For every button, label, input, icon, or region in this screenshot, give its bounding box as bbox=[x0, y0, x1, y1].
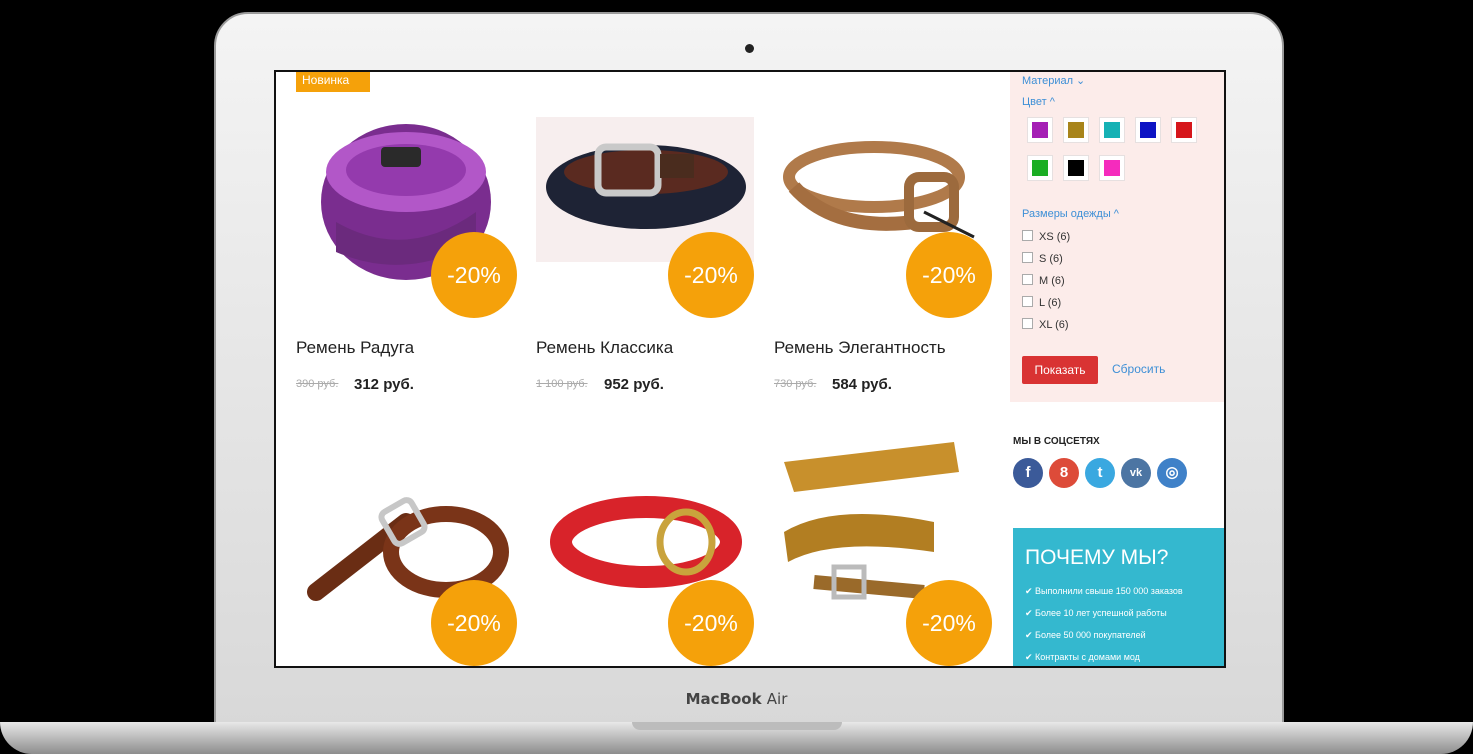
size-option[interactable]: XL (6) bbox=[1022, 318, 1069, 331]
new-price: 312 руб. bbox=[354, 376, 414, 393]
filter-panel: Материал ⌄ Цвет ^ Размеры одежды ^ XS (6… bbox=[1010, 72, 1224, 402]
swatch-fill bbox=[1176, 122, 1192, 138]
color-swatch[interactable] bbox=[1136, 118, 1160, 142]
new-price: 952 руб. bbox=[604, 376, 664, 393]
color-swatch[interactable] bbox=[1100, 156, 1124, 180]
why-us-item: ✔ Выполнили свыше 150 000 заказов bbox=[1025, 586, 1183, 596]
product-card[interactable]: -20% bbox=[536, 442, 761, 666]
vk-icon[interactable]: vk bbox=[1121, 458, 1151, 488]
color-swatch[interactable] bbox=[1028, 118, 1052, 142]
screen: Новинка -20% Ремень Радуга 390 руб. 312 … bbox=[274, 70, 1226, 668]
size-checkbox[interactable] bbox=[1022, 252, 1033, 263]
why-us-item: ✔ Более 10 лет успешной работы bbox=[1025, 608, 1167, 618]
swatch-fill bbox=[1068, 160, 1084, 176]
product-card[interactable]: -20% Ремень Классика 1 100 руб. 952 руб. bbox=[536, 92, 761, 393]
new-price: 584 руб. bbox=[832, 376, 892, 393]
size-option[interactable]: M (6) bbox=[1022, 274, 1065, 287]
old-price: 730 руб. bbox=[774, 378, 817, 390]
color-swatch[interactable] bbox=[1100, 118, 1124, 142]
old-price: 390 руб. bbox=[296, 378, 339, 390]
instagram-icon[interactable]: ◎ bbox=[1157, 458, 1187, 488]
discount-badge: -20% bbox=[431, 232, 517, 318]
discount-badge: -20% bbox=[906, 232, 992, 318]
size-option[interactable]: S (6) bbox=[1022, 252, 1063, 265]
product-name[interactable]: Ремень Элегантность bbox=[774, 338, 946, 358]
size-checkbox[interactable] bbox=[1022, 296, 1033, 307]
size-checkbox[interactable] bbox=[1022, 274, 1033, 285]
reset-link[interactable]: Сбросить bbox=[1112, 362, 1165, 376]
discount-badge: -20% bbox=[431, 580, 517, 666]
product-name[interactable]: Ремень Классика bbox=[536, 338, 673, 358]
filter-color[interactable]: Цвет ^ bbox=[1022, 96, 1055, 108]
swatch-fill bbox=[1104, 122, 1120, 138]
social-title: МЫ В СОЦСЕТЯХ bbox=[1013, 436, 1100, 447]
discount-badge: -20% bbox=[906, 580, 992, 666]
device-brand-label: MacBook Air bbox=[685, 690, 788, 708]
size-checkbox[interactable] bbox=[1022, 318, 1033, 329]
why-us-title: ПОЧЕМУ МЫ? bbox=[1025, 546, 1169, 569]
new-badge: Новинка bbox=[296, 72, 370, 92]
product-card[interactable]: -20% bbox=[774, 442, 999, 666]
discount-badge: -20% bbox=[668, 232, 754, 318]
filter-material[interactable]: Материал ⌄ bbox=[1022, 74, 1085, 87]
size-option[interactable]: L (6) bbox=[1022, 296, 1061, 309]
size-option[interactable]: XS (6) bbox=[1022, 230, 1070, 243]
product-name[interactable]: Ремень Радуга bbox=[296, 338, 414, 358]
discount-badge: -20% bbox=[668, 580, 754, 666]
size-checkbox[interactable] bbox=[1022, 230, 1033, 241]
old-price: 1 100 руб. bbox=[536, 378, 588, 390]
swatch-fill bbox=[1068, 122, 1084, 138]
product-card[interactable]: -20% Ремень Элегантность 730 руб. 584 ру… bbox=[774, 92, 999, 393]
show-button[interactable]: Показать bbox=[1022, 356, 1098, 384]
swatch-fill bbox=[1032, 160, 1048, 176]
why-us-item: ✔ Более 50 000 покупателей bbox=[1025, 630, 1146, 640]
color-swatch[interactable] bbox=[1172, 118, 1196, 142]
color-swatch[interactable] bbox=[1028, 156, 1052, 180]
facebook-icon[interactable]: f bbox=[1013, 458, 1043, 488]
google-plus-icon[interactable]: 8 bbox=[1049, 458, 1079, 488]
swatch-fill bbox=[1032, 122, 1048, 138]
why-us-panel: ПОЧЕМУ МЫ? ✔ Выполнили свыше 150 000 зак… bbox=[1013, 528, 1224, 666]
product-card[interactable]: -20% Ремень Радуга 390 руб. 312 руб. bbox=[296, 92, 521, 393]
product-card[interactable]: -20% bbox=[296, 442, 521, 666]
swatch-fill bbox=[1140, 122, 1156, 138]
color-swatch[interactable] bbox=[1064, 156, 1088, 180]
color-swatch[interactable] bbox=[1064, 118, 1088, 142]
filter-sizes[interactable]: Размеры одежды ^ bbox=[1022, 208, 1119, 220]
laptop-notch bbox=[632, 722, 842, 730]
swatch-fill bbox=[1104, 160, 1120, 176]
why-us-item: ✔ Контракты с домами мод bbox=[1025, 652, 1140, 662]
camera-icon bbox=[745, 44, 754, 53]
twitter-icon[interactable]: t bbox=[1085, 458, 1115, 488]
